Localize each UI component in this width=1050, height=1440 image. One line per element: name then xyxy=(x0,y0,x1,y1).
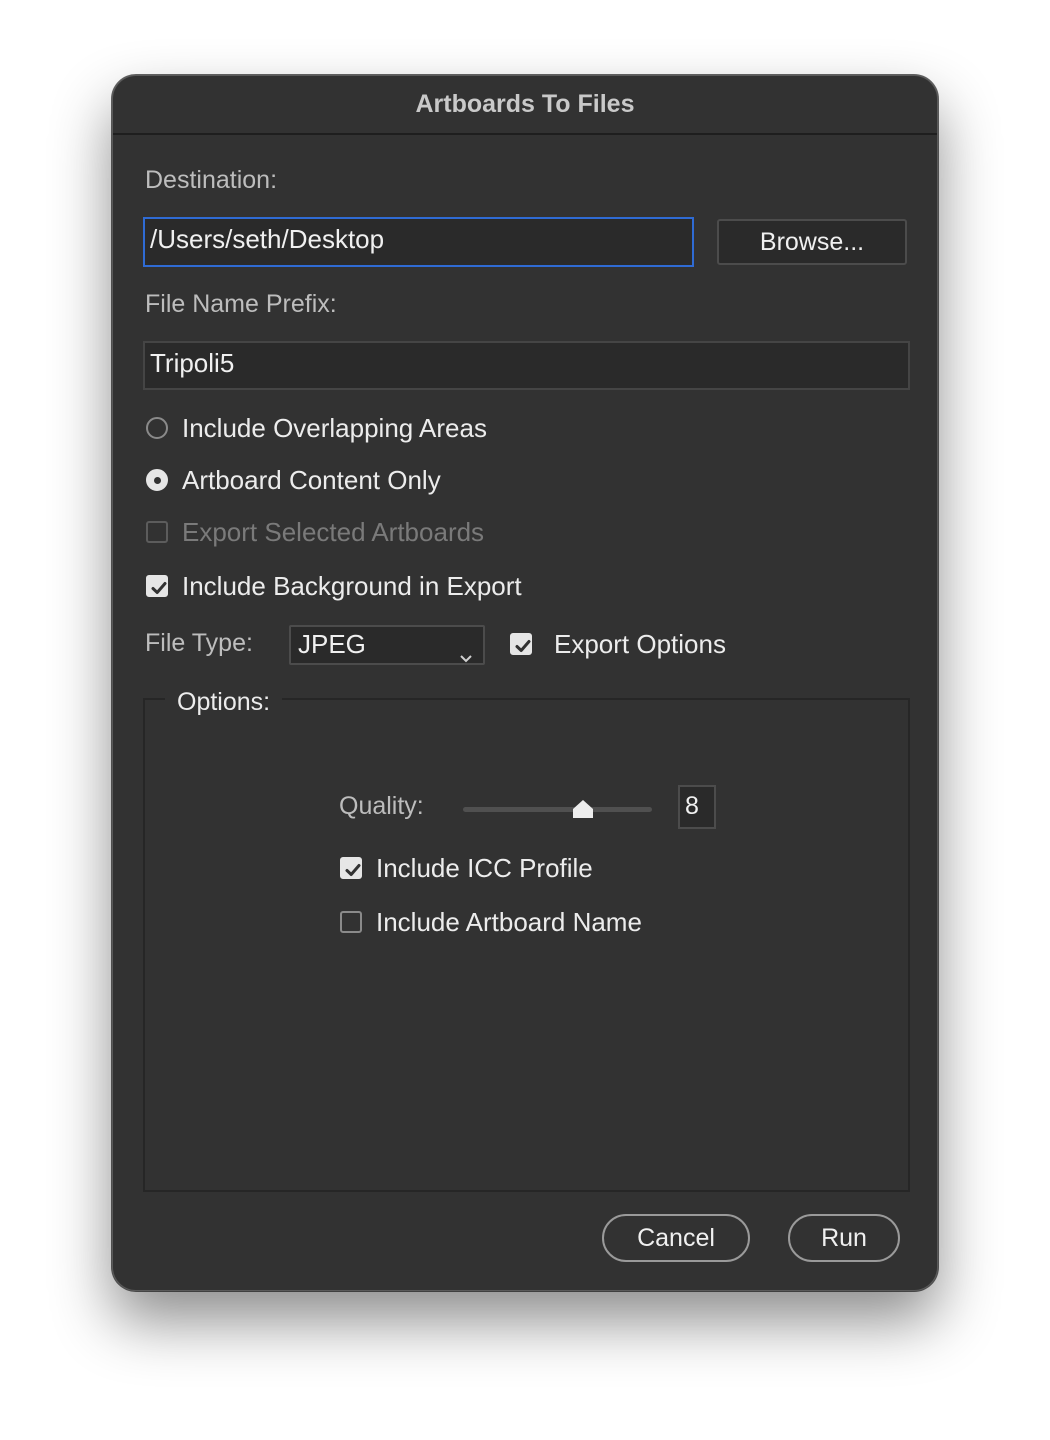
file-name-prefix-input[interactable]: Tripoli5 xyxy=(143,341,910,390)
quality-value-input[interactable]: 8 xyxy=(678,785,716,829)
checkmark-icon[interactable] xyxy=(510,633,532,655)
radio-off-icon[interactable] xyxy=(146,417,168,439)
include-background-checkbox[interactable]: Include Background in Export xyxy=(146,569,522,603)
options-group: Options: xyxy=(143,688,910,1192)
include-icc-profile-checkbox[interactable]: Include ICC Profile xyxy=(340,851,593,885)
radio-on-icon[interactable] xyxy=(146,469,168,491)
file-name-prefix-label: File Name Prefix: xyxy=(145,290,337,318)
cancel-button[interactable]: Cancel xyxy=(602,1214,750,1262)
artboard-content-only-label: Artboard Content Only xyxy=(182,464,441,495)
checkmark-icon[interactable] xyxy=(146,575,168,597)
export-options-checkbox[interactable]: Export Options xyxy=(510,627,726,661)
checkbox-unchecked-icon xyxy=(146,521,168,543)
include-overlapping-areas-label: Include Overlapping Areas xyxy=(182,412,487,443)
include-artboard-name-checkbox[interactable]: Include Artboard Name xyxy=(340,905,642,939)
quality-label: Quality: xyxy=(339,792,424,820)
quality-slider-thumb[interactable] xyxy=(572,799,594,824)
include-icc-profile-label: Include ICC Profile xyxy=(376,852,593,883)
export-selected-artboards-label: Export Selected Artboards xyxy=(182,516,485,547)
artboard-content-only-radio[interactable]: Artboard Content Only xyxy=(146,463,441,497)
export-selected-artboards-checkbox: Export Selected Artboards xyxy=(146,515,484,549)
file-type-label: File Type: xyxy=(145,629,253,657)
browse-button[interactable]: Browse... xyxy=(717,219,907,265)
run-button[interactable]: Run xyxy=(788,1214,900,1262)
artboards-to-files-dialog: Artboards To Files Destination: /Users/s… xyxy=(112,75,938,1291)
file-type-value: JPEG xyxy=(298,629,366,659)
checkbox-unchecked-icon[interactable] xyxy=(340,911,362,933)
destination-input[interactable]: /Users/seth/Desktop xyxy=(143,217,694,267)
quality-slider-track[interactable] xyxy=(463,807,652,812)
file-type-select[interactable]: JPEG xyxy=(289,625,485,665)
dialog-title: Artboards To Files xyxy=(113,76,937,135)
include-artboard-name-label: Include Artboard Name xyxy=(376,906,642,937)
destination-label: Destination: xyxy=(145,166,278,194)
options-title: Options: xyxy=(165,688,283,717)
checkmark-icon[interactable] xyxy=(340,857,362,879)
chevron-down-icon xyxy=(459,638,473,672)
include-overlapping-areas-radio[interactable]: Include Overlapping Areas xyxy=(146,411,487,445)
include-background-label: Include Background in Export xyxy=(182,570,522,601)
export-options-label: Export Options xyxy=(554,628,726,659)
